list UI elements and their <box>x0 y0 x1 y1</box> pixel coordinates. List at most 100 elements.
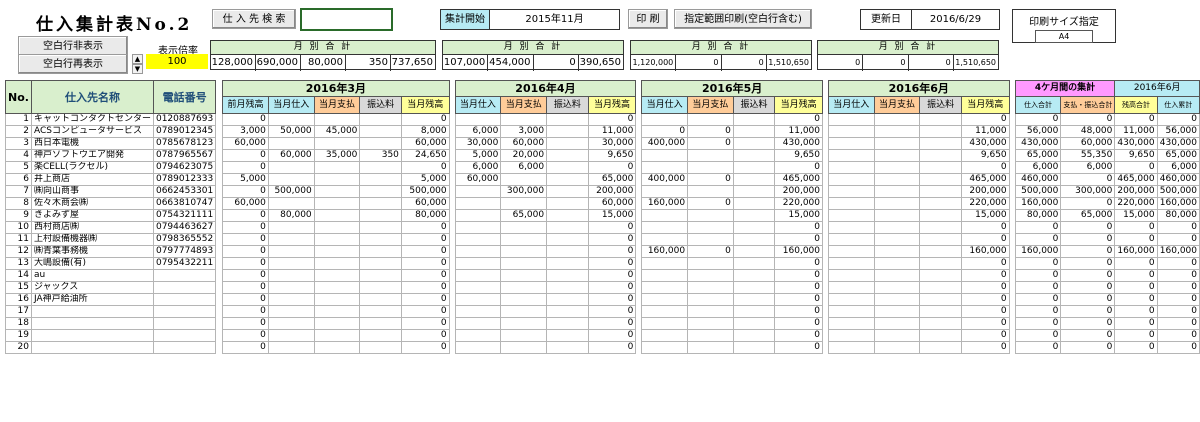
may-value-cell[interactable] <box>732 233 776 246</box>
summary-value-cell[interactable]: 60,000 <box>1060 137 1116 150</box>
supplier-name-cell[interactable]: ㈱向山商事 <box>30 185 154 198</box>
may-value-cell[interactable]: 15,000 <box>774 209 823 222</box>
apr-value-cell[interactable]: 65,000 <box>500 209 548 222</box>
table-row[interactable]: 10 西村商店㈱ 0794463627 0 0 0 0 0 0 0 0 0 <box>5 221 1200 234</box>
summary-value-cell[interactable]: 0 <box>1014 305 1062 318</box>
summary-value-cell[interactable]: 430,000 <box>1014 137 1062 150</box>
mar-value-cell[interactable] <box>313 209 361 222</box>
jun-value-cell[interactable] <box>919 197 962 210</box>
mar-value-cell[interactable]: 3,000 <box>222 125 269 138</box>
row-number-cell[interactable]: 3 <box>5 137 32 150</box>
mar-value-cell[interactable] <box>359 245 402 258</box>
apr-value-cell[interactable]: 65,000 <box>587 173 637 186</box>
mar-value-cell[interactable] <box>359 161 402 174</box>
jun-value-cell[interactable] <box>827 257 875 270</box>
apr-value-cell[interactable] <box>546 161 589 174</box>
mar-value-cell[interactable]: 35,000 <box>313 149 361 162</box>
apr-value-cell[interactable] <box>454 257 502 270</box>
may-value-cell[interactable] <box>641 113 689 126</box>
summary-value-cell[interactable]: 0 <box>1156 341 1200 354</box>
jun-value-cell[interactable]: 0 <box>960 269 1010 282</box>
summary-value-cell[interactable]: 0 <box>1114 341 1158 354</box>
may-value-cell[interactable] <box>687 113 734 126</box>
mar-value-cell[interactable] <box>313 257 361 270</box>
may-value-cell[interactable] <box>732 257 776 270</box>
table-row[interactable]: 17 0 0 0 0 0 0 0 0 0 <box>5 305 1200 318</box>
may-value-cell[interactable]: 0 <box>687 137 734 150</box>
mar-value-cell[interactable] <box>267 281 315 294</box>
mar-value-cell[interactable] <box>359 233 402 246</box>
may-value-cell[interactable]: 0 <box>774 257 823 270</box>
mar-value-cell[interactable]: 0 <box>222 257 269 270</box>
jun-value-cell[interactable] <box>919 317 962 330</box>
mar-value-cell[interactable] <box>267 233 315 246</box>
row-number-cell[interactable]: 7 <box>5 185 32 198</box>
may-value-cell[interactable] <box>641 185 689 198</box>
mar-value-cell[interactable]: 60,000 <box>222 197 269 210</box>
may-value-cell[interactable] <box>732 185 776 198</box>
may-value-cell[interactable] <box>732 149 776 162</box>
jun-value-cell[interactable] <box>919 269 962 282</box>
mar-value-cell[interactable] <box>267 113 315 126</box>
may-value-cell[interactable] <box>641 221 689 234</box>
summary-value-cell[interactable]: 160,000 <box>1156 197 1200 210</box>
summary-value-cell[interactable]: 0 <box>1060 257 1116 270</box>
apr-value-cell[interactable] <box>454 341 502 354</box>
may-value-cell[interactable] <box>732 269 776 282</box>
may-value-cell[interactable] <box>687 269 734 282</box>
may-value-cell[interactable] <box>641 161 689 174</box>
row-number-cell[interactable]: 8 <box>5 197 32 210</box>
mar-value-cell[interactable] <box>267 317 315 330</box>
may-value-cell[interactable]: 0 <box>641 125 689 138</box>
jun-value-cell[interactable] <box>919 293 962 306</box>
phone-cell[interactable] <box>152 329 217 342</box>
may-value-cell[interactable]: 0 <box>774 305 823 318</box>
row-number-cell[interactable]: 9 <box>5 209 32 222</box>
mar-value-cell[interactable] <box>267 161 315 174</box>
jun-value-cell[interactable]: 220,000 <box>960 197 1010 210</box>
mar-value-cell[interactable]: 0 <box>400 341 450 354</box>
mar-value-cell[interactable] <box>359 317 402 330</box>
jun-value-cell[interactable] <box>827 149 875 162</box>
summary-value-cell[interactable]: 48,000 <box>1060 125 1116 138</box>
row-number-cell[interactable]: 5 <box>5 161 32 174</box>
jun-value-cell[interactable] <box>919 161 962 174</box>
summary-value-cell[interactable]: 0 <box>1060 113 1116 126</box>
apr-value-cell[interactable] <box>546 281 589 294</box>
summary-value-cell[interactable]: 0 <box>1060 197 1116 210</box>
apr-value-cell[interactable] <box>500 245 548 258</box>
mar-value-cell[interactable]: 0 <box>400 113 450 126</box>
mar-value-cell[interactable] <box>359 281 402 294</box>
mar-value-cell[interactable]: 60,000 <box>400 137 450 150</box>
jun-value-cell[interactable]: 465,000 <box>960 173 1010 186</box>
jun-value-cell[interactable] <box>827 269 875 282</box>
may-value-cell[interactable]: 400,000 <box>641 173 689 186</box>
apr-value-cell[interactable] <box>546 233 589 246</box>
supplier-name-cell[interactable]: きよみず屋 <box>30 209 154 222</box>
may-value-cell[interactable] <box>687 233 734 246</box>
mar-value-cell[interactable]: 0 <box>400 281 450 294</box>
print-range-button[interactable]: 指定範囲印刷(空白行含む) <box>674 9 812 29</box>
apr-value-cell[interactable] <box>454 197 502 210</box>
mar-value-cell[interactable] <box>313 185 361 198</box>
zoom-down-icon[interactable]: ▼ <box>132 64 143 74</box>
jun-value-cell[interactable]: 200,000 <box>960 185 1010 198</box>
mar-value-cell[interactable] <box>313 341 361 354</box>
mar-value-cell[interactable] <box>359 305 402 318</box>
jun-value-cell[interactable] <box>919 125 962 138</box>
summary-value-cell[interactable]: 0 <box>1156 281 1200 294</box>
summary-value-cell[interactable]: 0 <box>1060 341 1116 354</box>
mar-value-cell[interactable]: 0 <box>222 233 269 246</box>
apr-value-cell[interactable] <box>500 257 548 270</box>
summary-value-cell[interactable]: 220,000 <box>1114 197 1158 210</box>
mar-value-cell[interactable]: 0 <box>222 281 269 294</box>
mar-value-cell[interactable] <box>313 281 361 294</box>
may-value-cell[interactable]: 11,000 <box>774 125 823 138</box>
may-value-cell[interactable] <box>732 329 776 342</box>
may-value-cell[interactable]: 0 <box>774 317 823 330</box>
summary-value-cell[interactable]: 460,000 <box>1156 173 1200 186</box>
summary-value-cell[interactable]: 0 <box>1114 221 1158 234</box>
phone-cell[interactable]: 0794463627 <box>152 221 217 234</box>
jun-value-cell[interactable]: 0 <box>960 317 1010 330</box>
summary-value-cell[interactable]: 0 <box>1114 233 1158 246</box>
